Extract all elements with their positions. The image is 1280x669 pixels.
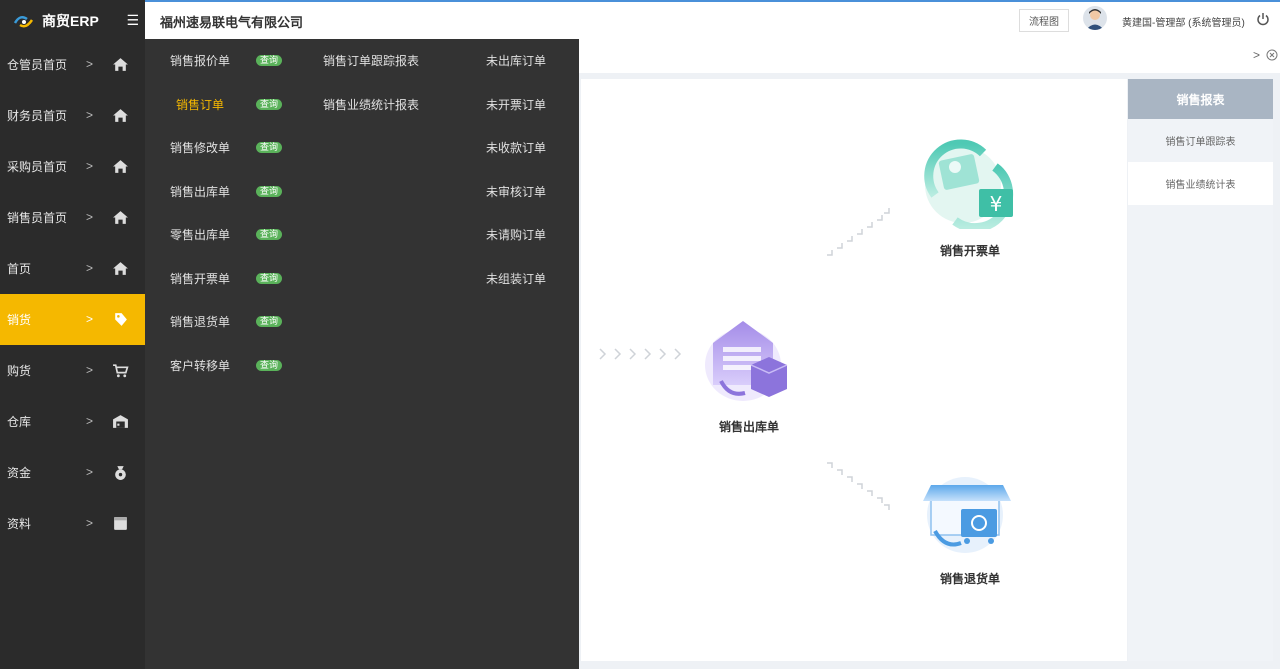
sidebar-item-sales-home[interactable]: 销售员首页 > <box>0 192 145 243</box>
sidebar-item-label: 资料 <box>7 517 32 531</box>
report-panel-title: 销售报表 <box>1128 79 1273 119</box>
home-icon <box>113 160 128 173</box>
chevron-right-icon[interactable]: > <box>1253 48 1260 62</box>
home-icon <box>113 211 128 224</box>
report-panel: 销售报表 销售订单跟踪表 销售业绩统计表 <box>1128 79 1273 661</box>
sidebar-item-sales[interactable]: 销货 > <box>0 294 145 345</box>
chevron-right-icon: > <box>86 465 94 479</box>
return-shop-icon[interactable] <box>923 473 1015 559</box>
submenu-item-outbound[interactable]: 销售出库单 查询 <box>170 170 283 214</box>
submenu-item-return[interactable]: 销售退货单 查询 <box>170 300 283 344</box>
sidebar-item-warehouse-home[interactable]: 仓管员首页 > <box>0 39 145 90</box>
submenu-item-modify[interactable]: 销售修改单 查询 <box>170 126 283 170</box>
submenu-pending: 未出库订单 未开票订单 未收款订单 未审核订单 未请购订单 未组装订单 <box>486 39 546 300</box>
submenu-item-not-reviewed[interactable]: 未审核订单 <box>486 170 546 214</box>
sidebar-item-label: 购货 <box>7 364 32 378</box>
flow-node-return[interactable]: 销售退货单 <box>940 570 1000 587</box>
report-link-performance[interactable]: 销售业绩统计表 <box>1128 162 1273 205</box>
submenu-item-invoice[interactable]: 销售开票单 查询 <box>170 257 283 301</box>
submenu-item-not-shipped[interactable]: 未出库订单 <box>486 39 546 83</box>
brand-name: 商贸ERP <box>42 12 99 29</box>
sidebar-item-warehouse[interactable]: 仓库 > <box>0 396 145 447</box>
chevron-right-icon: > <box>86 414 94 428</box>
sidebar-item-label: 销售员首页 <box>7 211 68 225</box>
query-tag[interactable]: 查询 <box>256 359 283 371</box>
tab-strip: > <box>579 39 1280 73</box>
hamburger-icon[interactable]: ☰ <box>126 12 139 29</box>
sales-submenu: 销售报价单 查询 销售订单 查询 销售修改单 查询 销售出库单 查询 零售出库单 查询 销… <box>145 39 579 669</box>
flow-arrows <box>599 208 890 510</box>
submenu-item-order-tracking-report[interactable]: 销售订单跟踪报表 <box>323 39 419 83</box>
sidebar-item-label: 首页 <box>7 262 32 276</box>
home-icon <box>113 58 128 71</box>
sidebar-item-label: 销货 <box>7 313 32 327</box>
chevron-right-icon: > <box>86 159 94 173</box>
flowchart-button[interactable]: 流程图 <box>1019 9 1069 32</box>
sidebar-item-home[interactable]: 首页 > <box>0 243 145 294</box>
submenu-item-performance-report[interactable]: 销售业绩统计报表 <box>323 83 419 127</box>
submenu-reports: 销售订单跟踪报表 销售业绩统计报表 <box>323 39 419 126</box>
query-tag[interactable]: 查询 <box>256 98 283 110</box>
money-bag-icon <box>115 466 126 480</box>
submenu-item-not-invoiced[interactable]: 未开票订单 <box>486 83 546 127</box>
sidebar-item-finance-home[interactable]: 财务员首页 > <box>0 90 145 141</box>
chevron-right-icon: > <box>86 210 94 224</box>
sidebar-item-label: 采购员首页 <box>7 160 68 174</box>
tag-icon <box>115 313 127 326</box>
home-icon <box>113 262 128 275</box>
report-link-order-tracking[interactable]: 销售订单跟踪表 <box>1128 119 1273 162</box>
logo-icon <box>13 15 34 27</box>
top-bar: 商贸ERP ☰ 福州速易联电气有限公司 流程图 黄建国-管理部 (系统管理员) <box>0 0 1280 41</box>
sidebar-item-label: 财务员首页 <box>7 109 68 123</box>
power-icon[interactable] <box>1256 12 1270 26</box>
flowchart-area: 销售出库单 ¥ 销售开票单 销售退货单 <box>581 79 1127 661</box>
outbound-box-icon[interactable] <box>703 315 789 405</box>
home-icon <box>113 109 128 122</box>
folder-icon <box>114 517 127 530</box>
submenu-documents: 销售报价单 查询 销售订单 查询 销售修改单 查询 销售出库单 查询 零售出库单 查询 销… <box>170 39 283 388</box>
query-tag[interactable]: 查询 <box>256 316 283 328</box>
user-avatar-icon <box>1086 9 1104 30</box>
query-tag[interactable]: 查询 <box>256 55 283 67</box>
cart-icon <box>113 364 129 378</box>
chevron-right-icon: > <box>86 261 94 275</box>
chevron-right-icon: > <box>86 363 94 377</box>
query-tag[interactable]: 查询 <box>256 185 283 197</box>
user-name[interactable]: 黄建国-管理部 (系统管理员) <box>1122 14 1245 29</box>
query-tag[interactable]: 查询 <box>256 229 283 241</box>
svg-text:¥: ¥ <box>990 192 1003 216</box>
query-tag[interactable]: 查询 <box>256 272 283 284</box>
brand: 商贸ERP ☰ <box>0 0 145 41</box>
avatar[interactable] <box>1083 6 1107 30</box>
chevron-right-icon: > <box>86 108 94 122</box>
submenu-item-not-requested[interactable]: 未请购订单 <box>486 213 546 257</box>
query-tag[interactable]: 查询 <box>256 142 283 154</box>
submenu-item-not-paid[interactable]: 未收款订单 <box>486 126 546 170</box>
flow-node-invoice[interactable]: 销售开票单 <box>940 242 1000 259</box>
chevron-right-icon: > <box>86 516 94 530</box>
sidebar-item-funds[interactable]: 资金 > <box>0 447 145 498</box>
sidebar-item-label: 资金 <box>7 466 32 480</box>
warehouse-icon <box>113 415 128 428</box>
sidebar-item-data[interactable]: 资料 > <box>0 498 145 549</box>
submenu-item-customer-transfer[interactable]: 客户转移单 查询 <box>170 344 283 388</box>
company-name: 福州速易联电气有限公司 <box>160 15 304 30</box>
submenu-item-not-assembled[interactable]: 未组装订单 <box>486 257 546 301</box>
sidebar-item-label: 仓管员首页 <box>7 58 68 72</box>
flow-node-outbound[interactable]: 销售出库单 <box>719 418 779 435</box>
sidebar-item-label: 仓库 <box>7 415 32 429</box>
sidebar-item-purchase[interactable]: 购货 > <box>0 345 145 396</box>
submenu-item-quote[interactable]: 销售报价单 查询 <box>170 39 283 83</box>
sidebar-item-purchaser-home[interactable]: 采购员首页 > <box>0 141 145 192</box>
chevron-right-icon: > <box>86 312 94 326</box>
submenu-item-sales-order[interactable]: 销售订单 查询 <box>170 83 283 127</box>
invoice-icon[interactable]: ¥ <box>921 137 1017 229</box>
sidebar: 仓管员首页 > 财务员首页 > 采购员首页 > 销售员首页 > 首页 > 销货 … <box>0 39 145 669</box>
close-icon[interactable] <box>1266 49 1278 61</box>
submenu-item-retail[interactable]: 零售出库单 查询 <box>170 213 283 257</box>
chevron-right-icon: > <box>86 57 94 71</box>
